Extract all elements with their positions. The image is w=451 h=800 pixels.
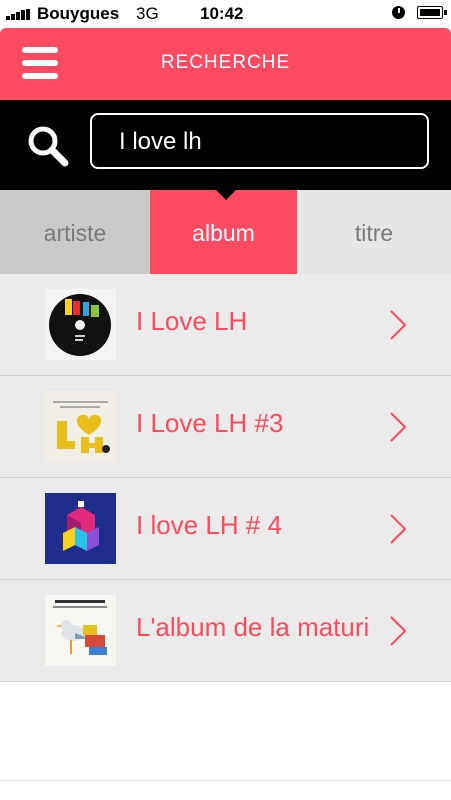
search-icon[interactable]: [26, 124, 70, 168]
clock-icon: [392, 6, 405, 19]
album-title: I Love LH: [136, 306, 248, 336]
battery-icon: [417, 6, 447, 19]
chevron-right-icon: [390, 412, 407, 442]
tab-album[interactable]: album: [150, 190, 297, 274]
album-title: I Love LH #3: [136, 408, 284, 438]
list-item[interactable]: I Love LH #3: [0, 376, 451, 478]
list-item[interactable]: L'album de la maturi: [0, 580, 451, 682]
chevron-right-icon: [390, 514, 407, 544]
album-cover-image: [45, 595, 116, 666]
list-item[interactable]: I love LH # 4: [0, 478, 451, 580]
page-title: RECHERCHE: [160, 52, 291, 73]
tab-titre[interactable]: titre: [297, 190, 451, 274]
app-header: RECHERCHE: [0, 28, 451, 100]
carrier-name: Bouygues: [37, 4, 120, 23]
chevron-right-icon: [390, 616, 407, 646]
chevron-right-icon: [390, 310, 407, 340]
search-bar: I love lh: [0, 100, 451, 190]
category-tabs: artiste album titre: [0, 190, 451, 274]
album-cover-image: [45, 391, 116, 462]
status-bar: Bouygues 3G 10:42: [0, 0, 451, 28]
album-cover-image: [45, 289, 116, 360]
album-list: I Love LH I Love LH #3 I love LH # 4 L'a…: [0, 274, 451, 682]
network-type: 3G: [136, 4, 159, 23]
album-title: I love LH # 4: [136, 510, 282, 540]
search-input[interactable]: I love lh: [90, 113, 429, 169]
divider: [0, 780, 451, 781]
tab-artiste[interactable]: artiste: [0, 190, 150, 274]
list-item[interactable]: I Love LH: [0, 274, 451, 376]
album-title: L'album de la maturi: [136, 612, 370, 642]
album-cover-image: [45, 493, 116, 564]
status-time: 10:42: [200, 4, 244, 23]
tab-selection-pointer: [216, 190, 236, 200]
signal-icon: [6, 9, 34, 20]
